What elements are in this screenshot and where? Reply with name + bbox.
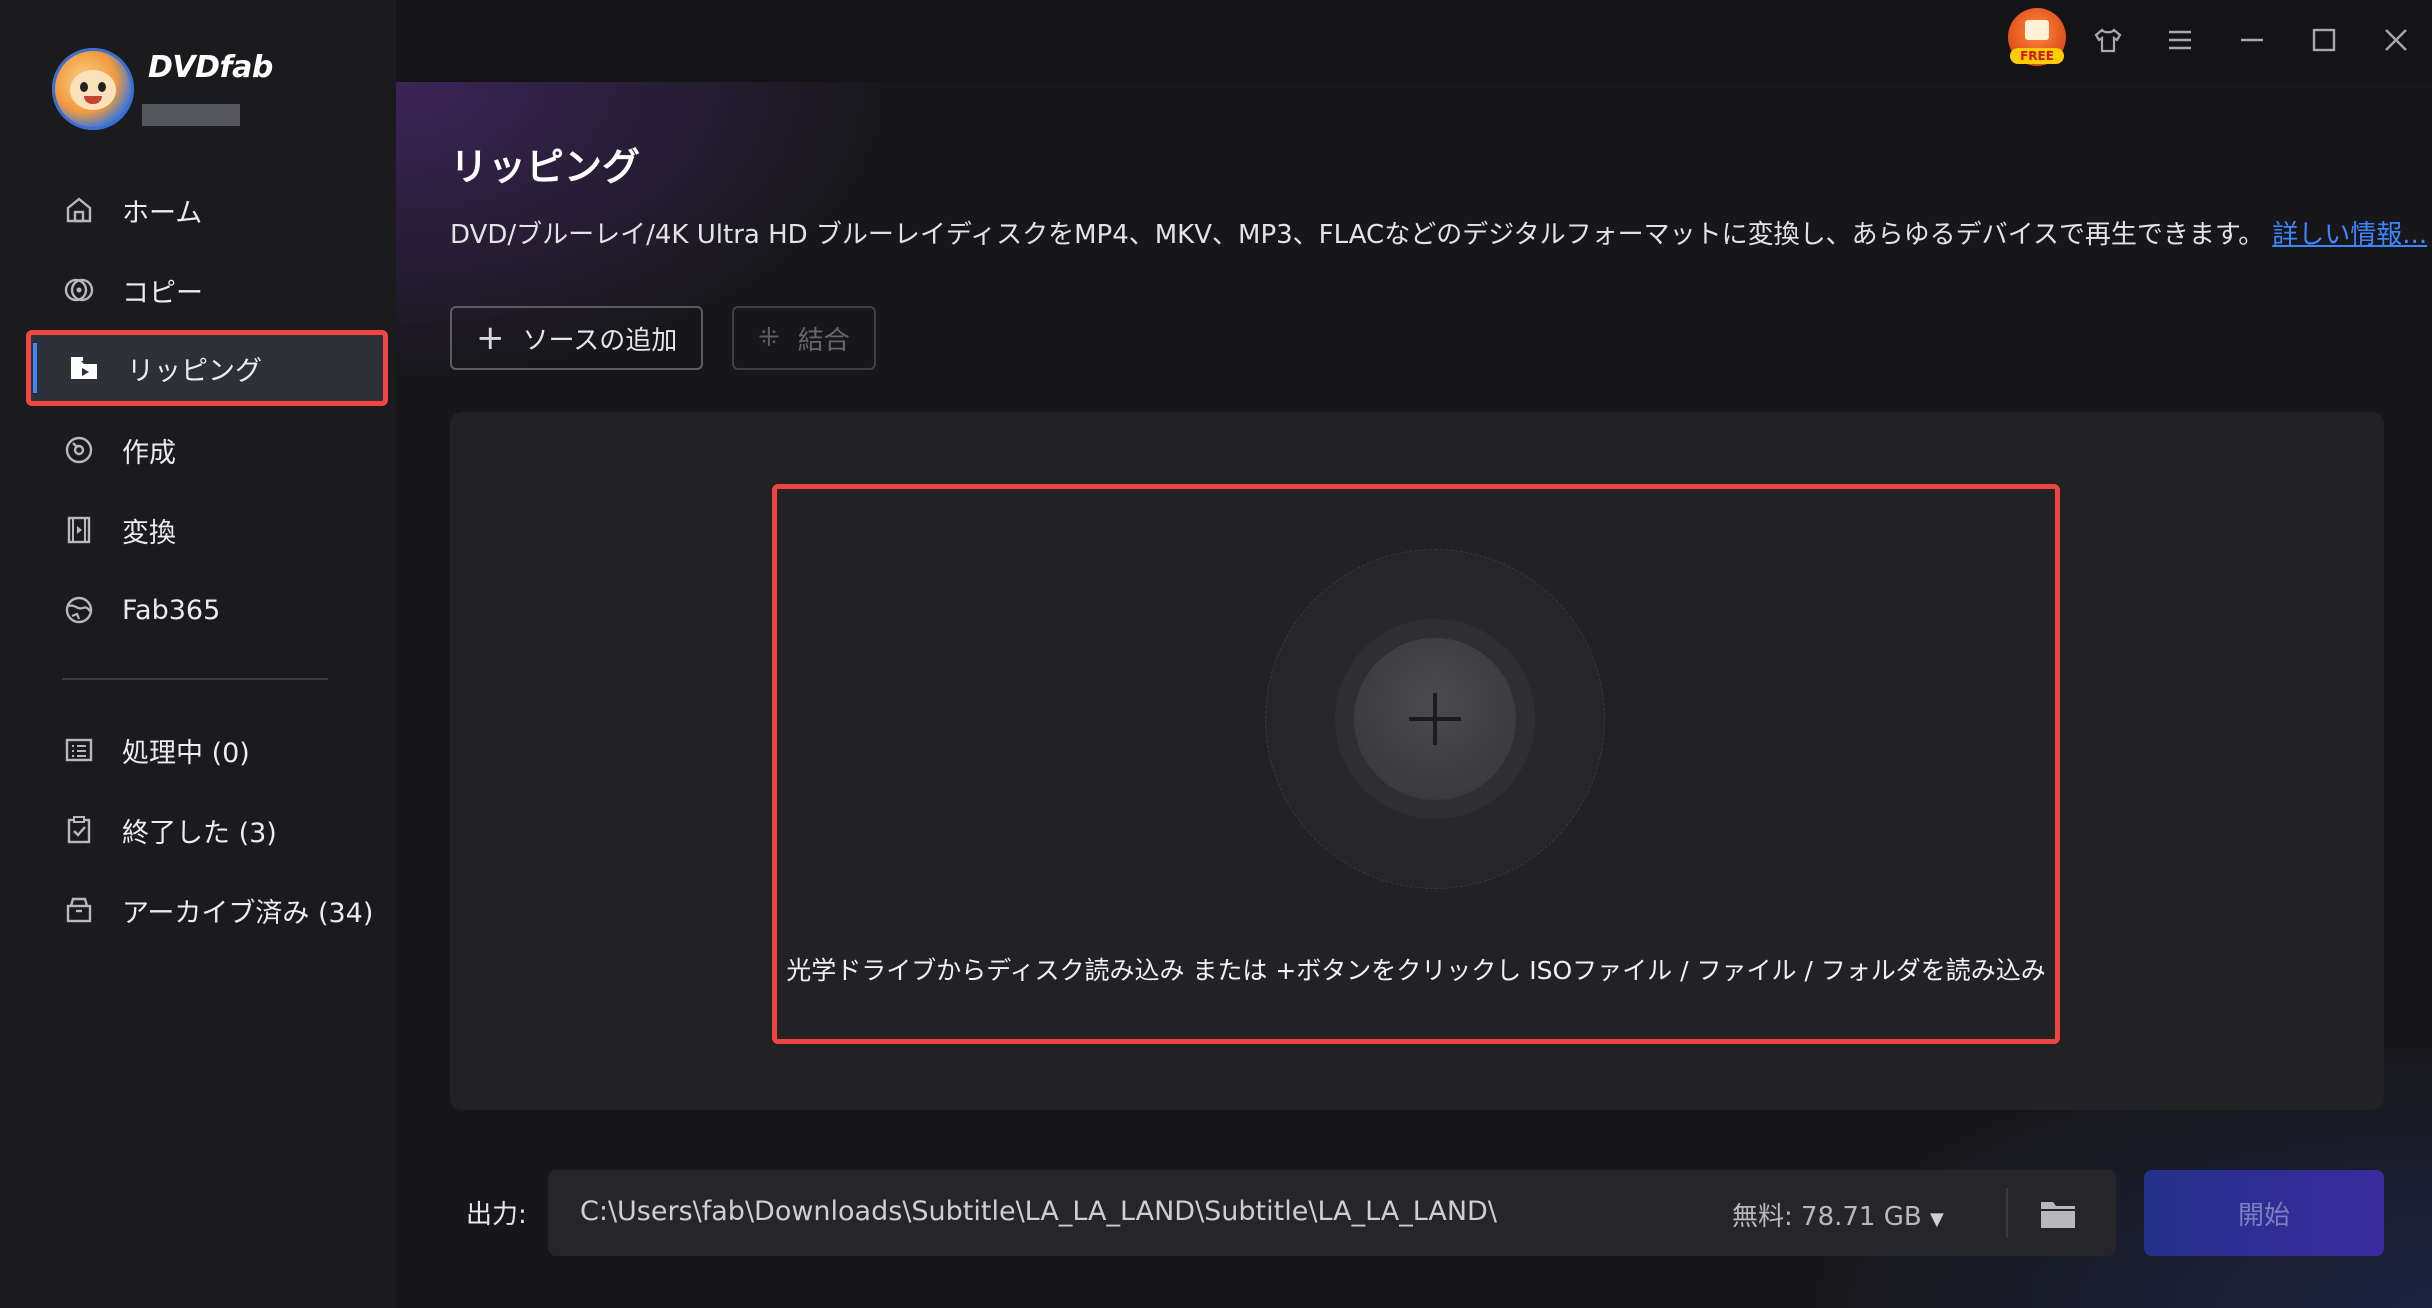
free-space-text: 無料: 78.71 GB — [1732, 1202, 1922, 1232]
description-text: DVD/ブルーレイ/4K Ultra HD ブルーレイディスクをMP4、MKV、… — [450, 220, 2265, 250]
menu-icon[interactable] — [2154, 14, 2206, 66]
merge-button[interactable]: ⁜ 結合 — [732, 306, 876, 370]
sidebar-item-label: アーカイブ済み (34) — [122, 897, 374, 929]
sidebar-item-copy[interactable]: コピー — [26, 252, 388, 328]
maximize-icon[interactable] — [2298, 14, 2350, 66]
sidebar-item-label: 作成 — [122, 437, 176, 469]
task-list-icon — [62, 733, 96, 767]
add-file-button[interactable] — [1335, 619, 1535, 819]
page-title: リッピング — [450, 145, 641, 189]
app-logo: DVDfab — [52, 48, 352, 138]
sidebar-item-finished[interactable]: 終了した (3) — [26, 792, 388, 868]
merge-icon: ⁜ — [758, 323, 780, 353]
output-path-field[interactable]: C:\Users\fab\Downloads\Subtitle\LA_LA_LA… — [548, 1170, 2116, 1256]
sidebar: DVDfab ホーム コピー リッピング 作成 変換 Fab365 処理中 (0… — [0, 0, 396, 1308]
output-path[interactable]: C:\Users\fab\Downloads\Subtitle\LA_LA_LA… — [580, 1196, 1497, 1227]
sidebar-item-home[interactable]: ホーム — [26, 172, 388, 248]
sidebar-item-archived[interactable]: アーカイブ済み (34) — [26, 872, 388, 948]
ripper-icon — [67, 351, 101, 385]
add-source-label: ソースの追加 — [522, 325, 678, 356]
sidebar-item-label: 終了した (3) — [122, 817, 277, 849]
skin-shirt-icon[interactable] — [2082, 14, 2134, 66]
dropdown-arrow-icon: ▼ — [1929, 1209, 1944, 1230]
start-button[interactable]: 開始 — [2144, 1170, 2384, 1256]
home-icon — [62, 193, 96, 227]
output-divider — [2006, 1188, 2008, 1238]
close-icon[interactable] — [2370, 14, 2422, 66]
main-content: リッピング DVD/ブルーレイ/4K Ultra HD ブルーレイディスクをMP… — [396, 82, 2432, 1308]
page-description: DVD/ブルーレイ/4K Ultra HD ブルーレイディスクをMP4、MKV、… — [450, 214, 2427, 251]
output-label: 出力: — [466, 1200, 527, 1230]
finished-clipboard-icon — [62, 813, 96, 847]
title-bar: FREE — [396, 0, 2432, 82]
drop-hint-text: 光学ドライブからディスク読み込み または +ボタンをクリックし ISOファイル … — [786, 956, 2046, 985]
sidebar-item-label: ホーム — [122, 197, 203, 229]
sidebar-item-label: リッピング — [127, 355, 262, 387]
plus-icon: + — [476, 318, 505, 358]
film-convert-icon — [62, 513, 96, 547]
free-badge-label: FREE — [2010, 48, 2064, 64]
sidebar-item-label: 変換 — [122, 517, 176, 549]
sidebar-item-converter[interactable]: 変換 — [26, 492, 388, 568]
sidebar-item-processing[interactable]: 処理中 (0) — [26, 712, 388, 788]
more-info-link[interactable]: 詳しい情報... — [2272, 220, 2427, 250]
plus-icon — [1409, 693, 1461, 745]
sidebar-item-fab365[interactable]: Fab365 — [26, 572, 388, 648]
archive-box-icon — [62, 893, 96, 927]
sidebar-item-label: コピー — [122, 277, 203, 309]
logo-text: DVDfab — [148, 50, 273, 85]
folder-icon[interactable] — [2036, 1192, 2080, 1236]
sidebar-item-creator[interactable]: 作成 — [26, 412, 388, 488]
free-gift-icon[interactable]: FREE — [2008, 8, 2066, 66]
minimize-icon[interactable] — [2226, 14, 2278, 66]
sidebar-item-label: Fab365 — [122, 594, 221, 626]
user-name-redacted[interactable] — [142, 104, 240, 126]
mascot-avatar-icon — [52, 48, 134, 130]
sidebar-item-ripper[interactable]: リッピング — [26, 330, 388, 406]
fab365-icon — [62, 593, 96, 627]
creator-disc-icon — [62, 433, 96, 467]
add-source-button[interactable]: + ソースの追加 — [450, 306, 704, 370]
sidebar-divider — [62, 678, 328, 680]
sidebar-item-label: 処理中 (0) — [122, 737, 250, 769]
copy-disc-icon — [62, 273, 96, 307]
source-drop-area[interactable]: 光学ドライブからディスク読み込み または +ボタンをクリックし ISOファイル … — [450, 412, 2384, 1110]
merge-label: 結合 — [797, 325, 850, 356]
drop-zone-highlight[interactable]: 光学ドライブからディスク読み込み または +ボタンをクリックし ISOファイル … — [772, 484, 2060, 1044]
free-space-dropdown[interactable]: 無料: 78.71 GB ▼ — [1732, 1196, 1944, 1233]
